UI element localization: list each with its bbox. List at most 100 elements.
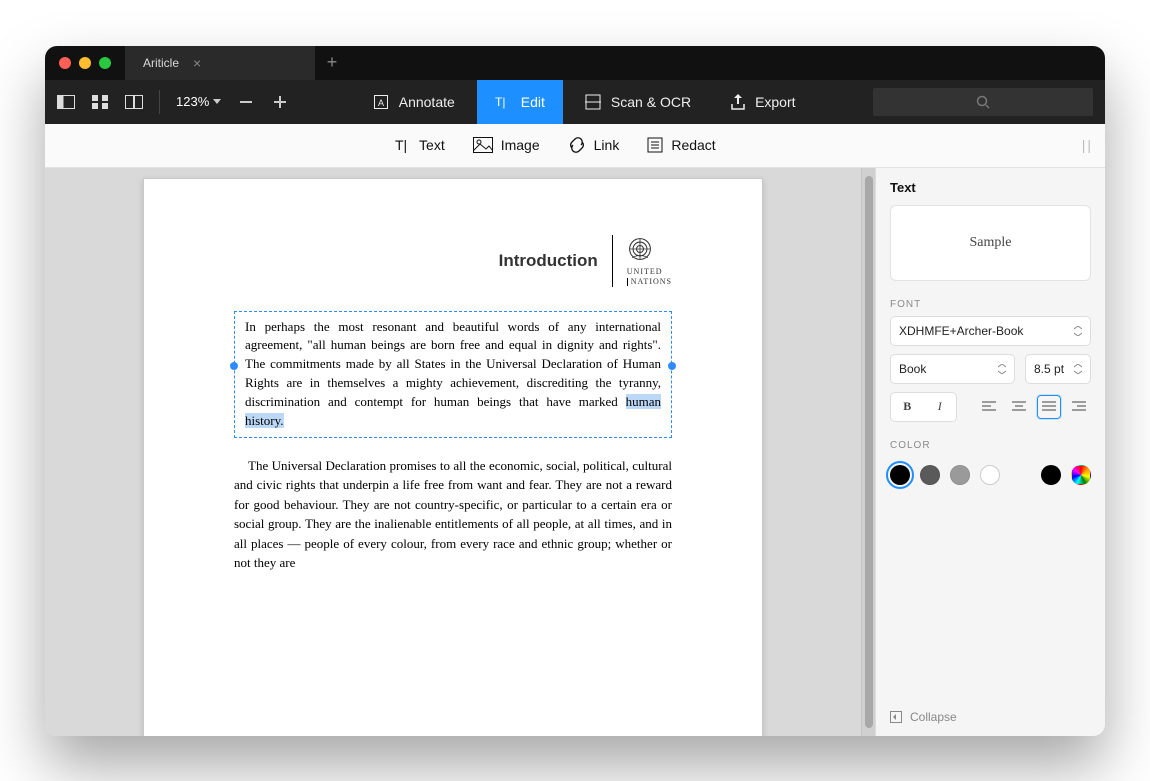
content-area: Introduction UNITED NATIONS <box>45 168 1105 736</box>
color-picker-wheel[interactable] <box>1071 465 1091 485</box>
font-weight-select[interactable]: Book <box>890 354 1015 384</box>
redact-tool-icon <box>647 137 663 153</box>
font-family-select[interactable]: XDHMFE+Archer-Book <box>890 316 1091 346</box>
resize-handle-right[interactable] <box>668 362 676 370</box>
font-family-value: XDHMFE+Archer-Book <box>899 324 1023 338</box>
collapse-label: Collapse <box>910 710 957 724</box>
svg-text:T|: T| <box>495 95 505 109</box>
panel-toggle-grip-icon[interactable]: || <box>1082 137 1093 153</box>
un-emblem-icon <box>627 236 653 262</box>
font-size-value: 8.5 pt <box>1034 362 1064 376</box>
thumbnails-icon[interactable] <box>85 87 115 117</box>
selected-text-block[interactable]: In perhaps the most resonant and beautif… <box>234 311 672 438</box>
edit-link-tool[interactable]: Link <box>568 137 620 153</box>
properties-panel: Text Sample FONT XDHMFE+Archer-Book Book… <box>875 168 1105 736</box>
svg-text:A: A <box>378 98 384 108</box>
color-swatch-dark-gray[interactable] <box>920 465 940 485</box>
titlebar: Ariticle × + <box>45 46 1105 80</box>
italic-button[interactable]: I <box>924 393 957 421</box>
collapse-icon <box>890 711 902 723</box>
main-toolbar: 123% A Annotate T| Edit Scan & OCR Expor… <box>45 80 1105 124</box>
color-swatch-gray[interactable] <box>950 465 970 485</box>
chevron-updown-icon <box>1074 326 1082 336</box>
font-weight-value: Book <box>899 362 926 376</box>
zoom-out-button[interactable] <box>231 87 261 117</box>
chevron-updown-icon <box>1074 364 1082 374</box>
color-swatch-black[interactable] <box>890 465 910 485</box>
text-align-group <box>977 395 1091 419</box>
export-icon <box>731 94 745 110</box>
document-tab[interactable]: Ariticle × <box>125 46 315 80</box>
annotate-label: Annotate <box>399 94 455 110</box>
align-center-button[interactable] <box>1007 395 1031 419</box>
para2-text: The Universal Declaration promises to al… <box>234 456 672 573</box>
sidebar-toggle-icon[interactable] <box>51 87 81 117</box>
align-justify-button[interactable] <box>1037 395 1061 419</box>
close-window[interactable] <box>59 57 71 69</box>
minimize-window[interactable] <box>79 57 91 69</box>
scan-ocr-button[interactable]: Scan & OCR <box>567 80 709 124</box>
image-tool-icon <box>473 137 493 153</box>
edit-redact-label: Redact <box>671 137 715 153</box>
align-left-button[interactable] <box>977 395 1001 419</box>
annotate-mode-button[interactable]: A Annotate <box>355 80 473 124</box>
para1-text: In perhaps the most resonant and beautif… <box>245 319 661 409</box>
header-divider <box>612 235 613 287</box>
search-field[interactable] <box>873 88 1093 116</box>
link-tool-icon <box>568 137 586 153</box>
search-icon <box>976 95 990 109</box>
scan-icon <box>585 94 601 110</box>
scroll-thumb[interactable] <box>865 176 873 728</box>
un-logo-block: UNITED NATIONS <box>627 236 672 286</box>
collapse-panel-button[interactable]: Collapse <box>890 710 1091 724</box>
zoom-in-button[interactable] <box>265 87 295 117</box>
color-swatches <box>890 465 1091 485</box>
zoom-value: 123% <box>176 94 209 109</box>
chevron-down-icon <box>213 99 221 105</box>
chevron-updown-icon <box>998 364 1006 374</box>
text-tool-icon: T| <box>395 137 411 153</box>
annotate-icon: A <box>373 94 389 110</box>
zoom-level[interactable]: 123% <box>170 94 227 109</box>
edit-image-tool[interactable]: Image <box>473 137 540 153</box>
align-right-button[interactable] <box>1067 395 1091 419</box>
page-header: Introduction UNITED NATIONS <box>234 235 672 287</box>
font-style-group: B I <box>890 392 957 422</box>
vertical-scrollbar[interactable] <box>861 168 875 736</box>
page-viewport[interactable]: Introduction UNITED NATIONS <box>45 168 861 736</box>
two-page-view-icon[interactable] <box>119 87 149 117</box>
edit-mode-button[interactable]: T| Edit <box>477 80 563 124</box>
app-window: Ariticle × + 123% A Annotate <box>45 46 1105 736</box>
edit-redact-tool[interactable]: Redact <box>647 137 715 153</box>
edit-sub-toolbar: T| Text Image Link Redact || <box>45 124 1105 168</box>
close-tab-icon[interactable]: × <box>193 55 201 71</box>
page-heading: Introduction <box>499 251 598 271</box>
export-label: Export <box>755 94 795 110</box>
export-button[interactable]: Export <box>713 80 813 124</box>
font-size-select[interactable]: 8.5 pt <box>1025 354 1091 384</box>
new-tab-button[interactable]: + <box>315 52 349 73</box>
color-swatch-current[interactable] <box>1041 465 1061 485</box>
edit-label: Edit <box>521 94 545 110</box>
edit-link-label: Link <box>594 137 620 153</box>
sample-text: Sample <box>970 235 1012 251</box>
color-section-label: COLOR <box>890 440 1091 451</box>
maximize-window[interactable] <box>99 57 111 69</box>
un-line1: UNITED <box>627 268 663 276</box>
edit-image-label: Image <box>501 137 540 153</box>
resize-handle-left[interactable] <box>230 362 238 370</box>
edit-text-tool[interactable]: T| Text <box>395 137 445 153</box>
svg-text:T|: T| <box>395 137 407 153</box>
panel-title: Text <box>890 180 1091 195</box>
edit-text-label: Text <box>419 137 445 153</box>
un-line2: NATIONS <box>627 278 672 286</box>
document-page: Introduction UNITED NATIONS <box>143 178 763 736</box>
font-section-label: FONT <box>890 299 1091 310</box>
edit-icon: T| <box>495 94 511 110</box>
window-controls <box>45 57 125 69</box>
divider <box>159 90 160 114</box>
color-swatch-white[interactable] <box>980 465 1000 485</box>
document-tab-title: Ariticle <box>143 56 179 70</box>
bold-button[interactable]: B <box>891 393 924 421</box>
scan-ocr-label: Scan & OCR <box>611 94 691 110</box>
